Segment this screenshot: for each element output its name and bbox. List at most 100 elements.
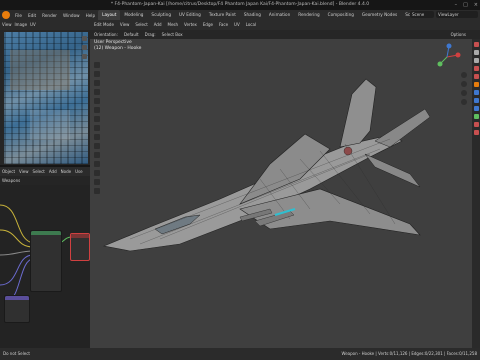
vp-menu-face[interactable]: Face [219,20,228,30]
tool-move-icon[interactable] [94,80,100,86]
tool-inset-icon[interactable] [94,143,100,149]
mode-selector[interactable]: Edit Mode [94,20,114,30]
tool-transform-icon[interactable] [94,107,100,113]
vp-menu-select[interactable]: Select [135,20,147,30]
menu-window[interactable]: Window [60,13,83,18]
tool-bevel-icon[interactable] [94,152,100,158]
node-breadcrumb: Weapons [0,176,90,185]
menu-render[interactable]: Render [39,13,60,18]
window-controls: – □ × [455,0,478,10]
side-tab[interactable] [82,45,87,50]
tab-animation[interactable]: Animation [265,10,294,20]
window-title: * F4-Phantom-Japan-Kai [/home/citrus/Des… [0,0,480,10]
side-tab[interactable] [82,36,87,41]
image-menu-image[interactable]: Image [15,20,28,30]
tool-select-icon[interactable] [94,62,100,68]
orientation-label: Orientation: [94,32,118,37]
orientation-selector[interactable]: Default [124,30,139,39]
tool-cursor-icon[interactable] [94,71,100,77]
data-properties-icon[interactable] [473,114,479,119]
pivot-selector[interactable]: Local [246,20,256,30]
physics-properties-icon[interactable] [473,106,479,111]
tool-loopcut-icon[interactable] [94,161,100,167]
use-nodes-toggle[interactable]: Use Nodes [75,167,88,183]
vp-menu-uv[interactable]: UV [234,20,240,30]
node-canvas[interactable] [0,185,90,348]
view-layer-selector[interactable]: ViewLayer [436,11,478,18]
properties-tabs [472,39,480,348]
maximize-button[interactable]: □ [463,0,468,10]
zoom-icon[interactable] [461,72,467,78]
tab-sculpting[interactable]: Sculpting [147,10,175,20]
minimize-button[interactable]: – [455,0,458,10]
tab-shading[interactable]: Shading [240,10,265,20]
options-button[interactable]: Options [451,30,466,39]
principled-bsdf-node[interactable] [30,230,62,292]
tab-modeling[interactable]: Modeling [120,10,147,20]
vp-menu-edge[interactable]: Edge [203,20,213,30]
top-menu-bar: File Edit Render Window Help Layout Mode… [0,10,480,20]
uv-texture-canvas[interactable] [0,30,90,165]
texture-patch [30,110,70,140]
node-menu-view[interactable]: View [19,167,29,176]
tool-properties-icon[interactable] [473,42,479,47]
output-properties-icon[interactable] [473,58,479,63]
tool-knife-icon[interactable] [94,170,100,176]
node-menu-node[interactable]: Node [61,167,71,176]
vp-menu-add[interactable]: Add [154,20,162,30]
tab-compositing[interactable]: Compositing [324,10,358,20]
node-menu-select[interactable]: Select [33,167,45,176]
menu-help[interactable]: Help [83,13,99,18]
particles-properties-icon[interactable] [473,98,479,103]
tab-geometry-nodes[interactable]: Geometry Nodes [358,10,401,20]
image-editor-header: View Image UV [0,20,90,30]
tool-spin-icon[interactable] [94,188,100,194]
texture-properties-icon[interactable] [473,130,479,135]
tab-texture-paint[interactable]: Texture Paint [205,10,240,20]
camera-view-icon[interactable] [461,90,467,96]
side-tab[interactable] [82,54,87,59]
modifier-properties-icon[interactable] [473,90,479,95]
tool-polybuild-icon[interactable] [94,179,100,185]
status-bar: Do not Select Weapon - Hooke | Verts:0/1… [0,348,480,360]
aircraft-mesh [102,78,431,252]
tab-uv-editing[interactable]: UV Editing [175,10,205,20]
tool-extrude-icon[interactable] [94,134,100,140]
toolbar [94,62,101,194]
scene-properties-icon[interactable] [473,66,479,71]
material-properties-icon[interactable] [473,122,479,127]
pan-icon[interactable] [461,81,467,87]
node-menu-object[interactable]: Object [2,167,15,176]
image-menu-uv[interactable]: UV [30,20,36,30]
viewport-info: User Perspective (12) Weapon - Hooke [94,40,141,52]
tool-measure-icon[interactable] [94,125,100,131]
vp-menu-mesh[interactable]: Mesh [168,20,179,30]
tab-layout[interactable]: Layout [98,10,121,20]
tool-annotate-icon[interactable] [94,116,100,122]
drag-selector[interactable]: Select Box [162,30,183,39]
blender-logo-icon[interactable] [2,11,10,19]
world-properties-icon[interactable] [473,74,479,79]
active-object: (12) Weapon - Hooke [94,46,142,51]
node-editor-header: Object View Select Add Node Use Nodes Sl… [0,167,99,183]
vp-menu-vertex[interactable]: Vertex [184,20,197,30]
image-menu-view[interactable]: View [2,20,12,30]
texture-node[interactable] [4,295,30,323]
object-properties-icon[interactable] [473,82,479,87]
menu-file[interactable]: File [12,13,25,18]
scene-selector[interactable]: Scene [410,11,434,18]
render-properties-icon[interactable] [473,50,479,55]
ortho-toggle-icon[interactable] [461,99,467,105]
material-output-node[interactable] [70,233,90,261]
tool-scale-icon[interactable] [94,98,100,104]
vp-menu-view[interactable]: View [120,20,130,30]
viewport-header: Edit Mode View Select Add Mesh Vertex Ed… [90,20,480,30]
tool-rotate-icon[interactable] [94,89,100,95]
node-menu-add[interactable]: Add [49,167,57,176]
menu-edit[interactable]: Edit [25,13,39,18]
close-button[interactable]: × [474,0,478,10]
3d-viewport[interactable] [90,39,472,348]
tab-rendering[interactable]: Rendering [294,10,323,20]
scene-stats: Weapon - Hooke | Verts:0/11,126 | Edges:… [341,351,477,356]
navigation-gizmo[interactable] [432,42,462,72]
